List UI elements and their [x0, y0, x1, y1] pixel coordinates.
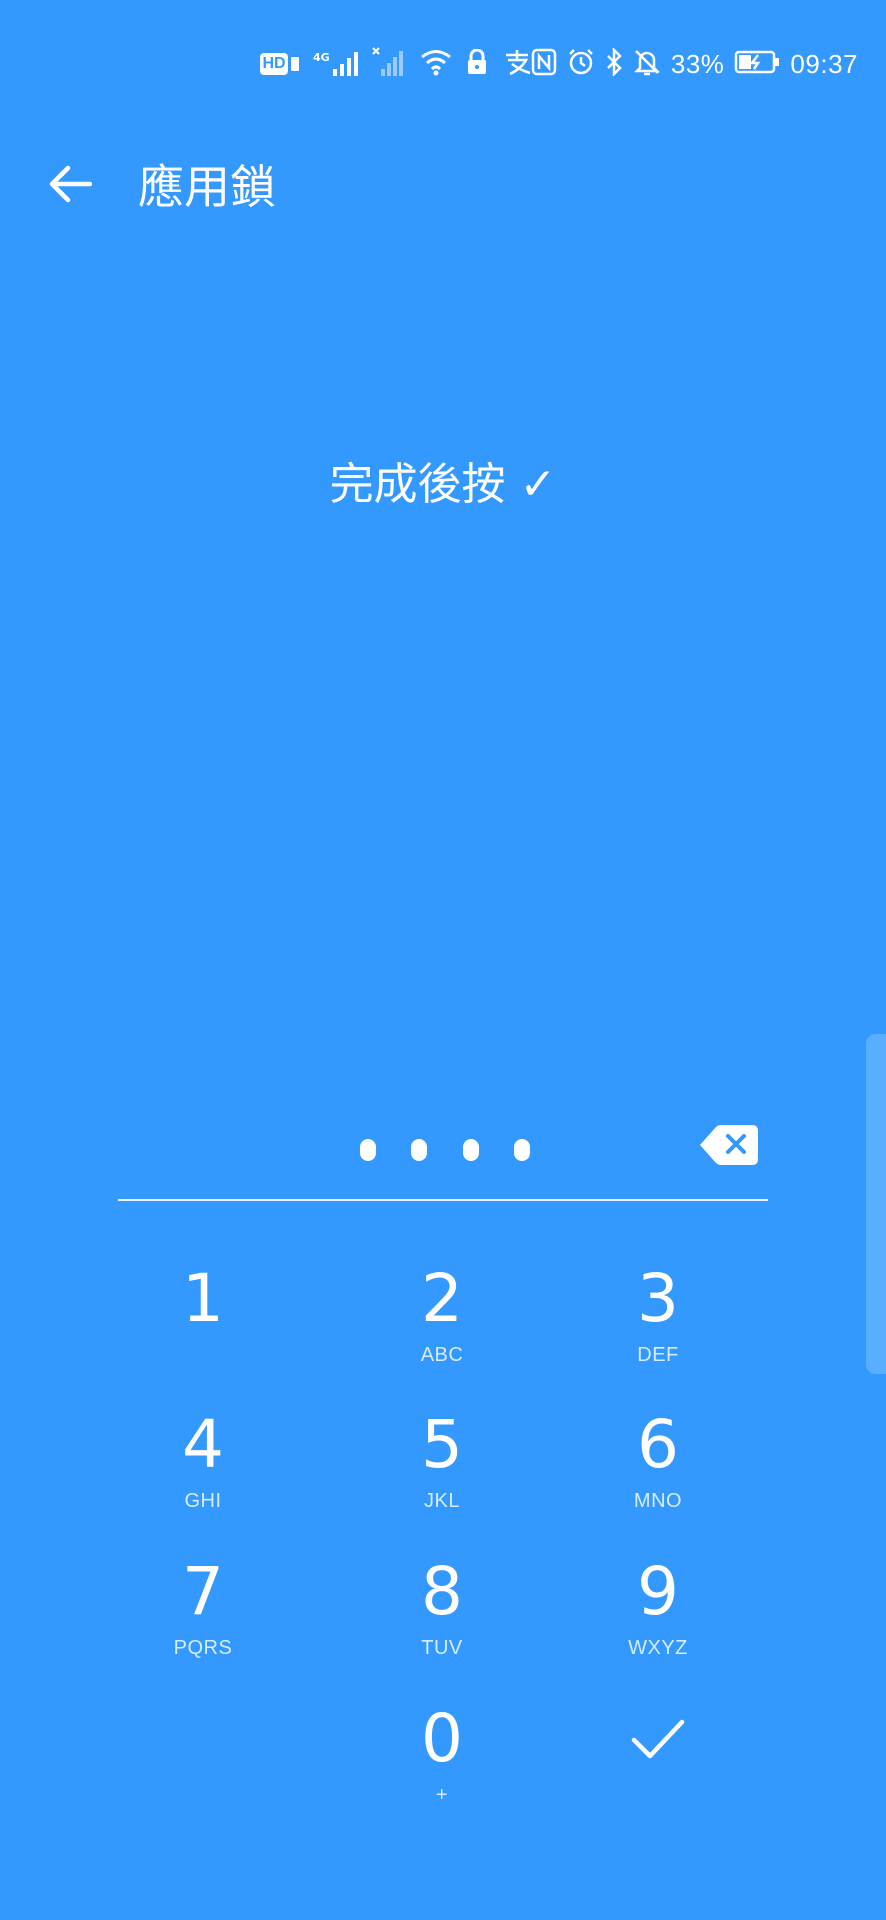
key-digit: 3	[637, 1260, 679, 1337]
signal-4g-icon: 4G	[313, 51, 358, 77]
alipay-icon	[502, 48, 532, 80]
key-letters: PQRS	[173, 1637, 233, 1659]
key-letters: JKL	[424, 1490, 460, 1512]
delete-button[interactable]	[694, 1120, 764, 1170]
key-digit: 6	[637, 1406, 679, 1483]
hd-voice-icon: HD	[260, 53, 299, 75]
key-digit: 1	[182, 1260, 224, 1337]
backspace-icon	[700, 1125, 758, 1165]
pin-input[interactable]	[360, 1138, 530, 1162]
key-digit: 0	[421, 1700, 463, 1777]
bluetooth-icon	[605, 46, 623, 80]
key-8[interactable]: 8 TUV	[357, 1555, 527, 1695]
key-digit: 8	[421, 1553, 463, 1630]
key-5[interactable]: 5 JKL	[357, 1408, 527, 1548]
arrow-left-icon	[49, 165, 92, 203]
key-1[interactable]: 1	[118, 1262, 288, 1402]
battery-charging-icon	[734, 49, 780, 79]
lock-icon	[466, 48, 488, 79]
key-6[interactable]: 6 MNO	[573, 1408, 743, 1548]
key-letters: +	[435, 1784, 449, 1806]
confirm-button[interactable]	[573, 1702, 743, 1842]
pin-dot	[462, 1139, 479, 1161]
wifi-icon	[420, 48, 452, 80]
pin-dot	[411, 1139, 428, 1161]
key-9[interactable]: 9 WXYZ	[573, 1555, 743, 1695]
key-digit: 4	[182, 1406, 224, 1483]
battery-percent: 33%	[670, 48, 725, 79]
key-7[interactable]: 7 PQRS	[118, 1555, 288, 1695]
key-letters: GHI	[184, 1490, 222, 1512]
key-digit: 9	[637, 1553, 679, 1630]
numeric-keypad: 1 2 ABC 3 DEF 4 GHI 5 JKL 6 MNO 7 PQRS 8 TUV 9 WXYZ 0 +	[118, 1262, 768, 1862]
status-left-icons: HD 4G	[260, 46, 532, 82]
alarm-icon	[567, 48, 595, 80]
signal-no-sim-icon	[371, 47, 406, 81]
key-digit: 7	[182, 1553, 224, 1630]
pin-dot	[360, 1139, 376, 1161]
checkmark-icon	[631, 1719, 685, 1759]
key-letters: WXYZ	[628, 1637, 688, 1659]
instruction-text: 完成後按 ✓	[329, 459, 557, 510]
nfc-icon	[531, 48, 557, 80]
key-0[interactable]: 0 +	[357, 1702, 527, 1842]
status-bar: HD 4G 33% 09:37	[0, 0, 886, 130]
pin-underline	[118, 1199, 768, 1201]
status-right-icons: 33% 09:37	[531, 46, 858, 82]
key-letters: MNO	[633, 1490, 683, 1512]
pin-dot	[513, 1139, 530, 1161]
hd-label: HD	[260, 53, 288, 75]
key-2[interactable]: 2 ABC	[357, 1262, 527, 1402]
signal-4g-label: 4G	[313, 51, 330, 64]
key-letters: TUV	[421, 1637, 463, 1659]
back-button[interactable]	[34, 148, 106, 220]
mute-icon	[633, 48, 661, 80]
key-letters: DEF	[637, 1344, 679, 1366]
key-3[interactable]: 3 DEF	[573, 1262, 743, 1402]
key-4[interactable]: 4 GHI	[118, 1408, 288, 1548]
scrollbar-handle[interactable]	[866, 1034, 886, 1374]
key-digit: 2	[421, 1260, 463, 1337]
key-digit: 5	[421, 1406, 463, 1483]
page-title: 應用鎖	[138, 160, 276, 214]
key-letters: ABC	[420, 1344, 464, 1366]
clock-time: 09:37	[790, 48, 858, 79]
